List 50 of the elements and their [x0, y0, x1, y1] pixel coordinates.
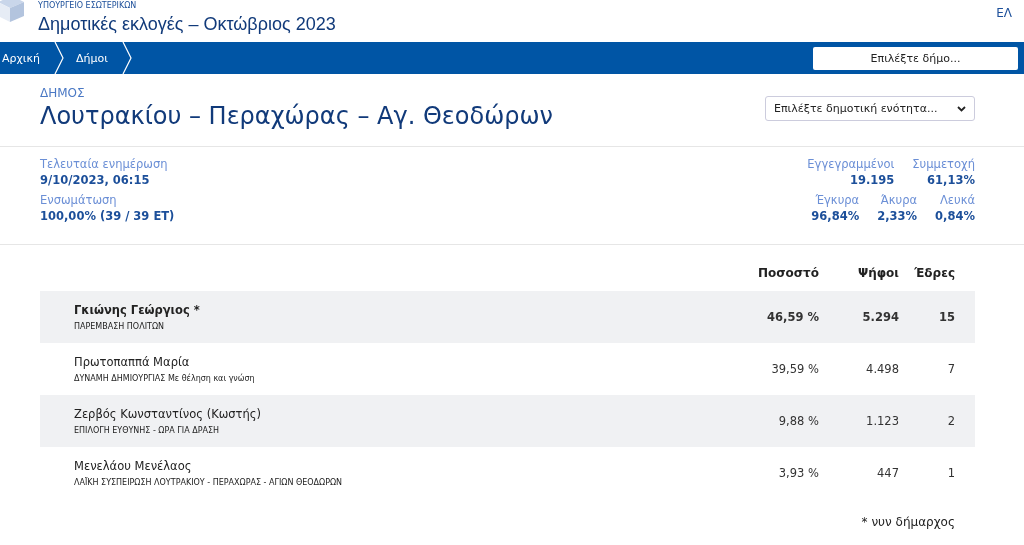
stat-value: 9/10/2023, 06:15: [40, 173, 151, 187]
stat-label: Εγγεγραμμένοι: [807, 157, 895, 171]
percent-cell-text: 9,88 %: [777, 414, 819, 428]
column-header: Ψήφοι: [856, 266, 899, 280]
column-header: Έδρες: [913, 266, 955, 280]
ministry-name: ΥΠΟΥΡΓΕΙΟ ΕΣΩΤΕΡΙΚΩΝ: [38, 1, 137, 10]
candidate-name: Πρωτοπαππά Μαρία: [74, 355, 191, 369]
breadcrumb-link[interactable]: Δήμοι: [64, 42, 132, 74]
seats-cell-text: 7: [946, 362, 955, 376]
stat-label: Ενσωμάτωση: [40, 193, 118, 207]
stat-label: Λευκά: [938, 193, 975, 207]
language-link[interactable]: ΕΛ: [996, 6, 1012, 20]
party-name: ΛΑΪΚΗ ΣΥΣΠΕΙΡΩΣΗ ΛΟΥΤΡΑΚΙΟΥ - ΠΕΡΑΧΩΡΑΣ - ΑΓΙΩΝ ΘΕΟΔΩΡΩΝ: [74, 478, 344, 487]
site-title: Δημοτικές εκλογές – Οκτώβριος 2023: [38, 14, 336, 35]
votes-cell-text: 447: [876, 466, 899, 480]
votes-cell-text: 5.294: [861, 310, 899, 324]
municipality-label: ΔΗΜΟΣ: [40, 86, 86, 100]
chevron-right-icon: [122, 42, 132, 74]
stat-value: 96,84%: [811, 209, 860, 223]
seats-cell-text: 1: [946, 466, 955, 480]
percent-cell-text: 39,59 %: [770, 362, 819, 376]
stat-label: Έγκυρα: [814, 193, 860, 207]
stat-value: 61,13%: [926, 173, 975, 187]
stat-value: 100,00% (39 / 39 ΕΤ): [40, 209, 175, 223]
column-header: Ποσοστό: [756, 266, 819, 280]
chevron-right-icon: [54, 42, 65, 74]
municipality-name: Λουτρακίου – Περαχώρας – Αγ. Θεοδώρων: [40, 102, 553, 130]
municipality-select[interactable]: Επιλέξτε δήμο...: [813, 46, 1018, 70]
breadcrumb-link[interactable]: Αρχική: [0, 42, 65, 74]
party-name: ΕΠΙΛΟΓΗ ΕΥΘΥΝΗΣ - ΩΡΑ ΓΙΑ ΔΡΑΣΗ: [74, 426, 220, 435]
votes-cell-text: 4.498: [865, 362, 899, 376]
stat-label: Άκυρα: [879, 193, 918, 207]
percent-cell-text: 46,59 %: [766, 310, 819, 324]
party-name: ΠΑΡΕΜΒΑΣΗ ΠΟΛΙΤΩΝ: [74, 322, 165, 331]
candidate-name: Ζερβός Κωνσταντίνος (Κωστής): [74, 407, 263, 421]
votes-cell-text: 1.123: [865, 414, 899, 428]
chevron-down-icon: [957, 105, 966, 112]
stat-value: 0,84%: [935, 209, 975, 223]
footnote: * νυν δήμαρχος: [861, 515, 955, 529]
party-name: ΔΥΝΑΜΗ ΔΗΜΙΟΥΡΓΙΑΣ Με θέληση και γνώση: [74, 374, 256, 383]
stat-value: 19.195: [848, 173, 895, 187]
unit-select[interactable]: Επιλέξτε δημοτική ενότητα...: [765, 96, 975, 121]
candidate-name: Μενελάου Μενέλαος: [74, 459, 193, 473]
stat-value: 2,33%: [877, 209, 918, 223]
stat-label: Τελευταία ενημέρωση: [40, 157, 169, 171]
stat-label: Συμμετοχή: [912, 157, 975, 171]
seats-cell-text: 15: [938, 310, 955, 324]
percent-cell-text: 3,93 %: [777, 466, 819, 480]
seats-cell-text: 2: [946, 414, 955, 428]
candidate-name: Γκιώνης Γεώργιος *: [74, 303, 201, 317]
